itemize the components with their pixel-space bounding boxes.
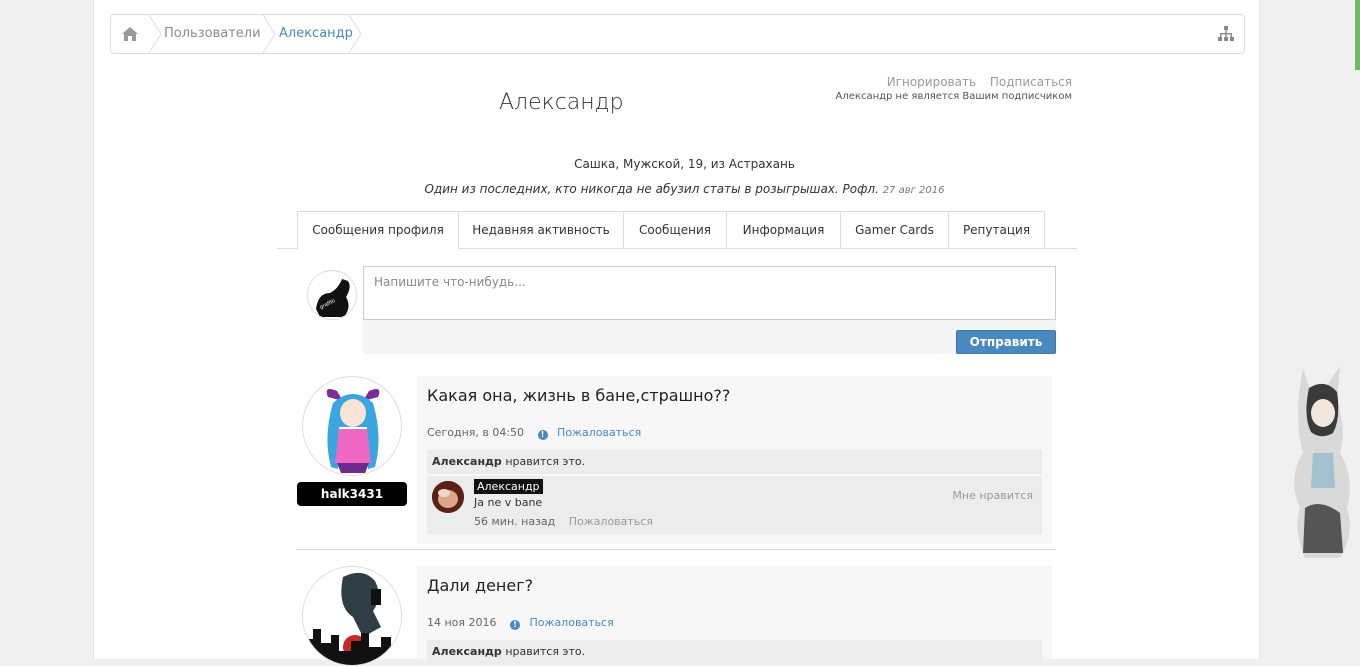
breadcrumb-separator [263,15,276,53]
sitemap-icon[interactable] [1218,26,1234,42]
breadcrumb-current-user[interactable]: Александр [279,15,353,53]
follow-link[interactable]: Подписаться [990,75,1072,89]
comment-report-link[interactable]: Пожаловаться [569,515,653,528]
comment-author-avatar[interactable] [432,481,464,513]
comment-time[interactable]: 56 мин. назад [474,515,555,528]
profile-actions: Игнорировать Подписаться Александр не яв… [836,75,1072,102]
post-author-name[interactable]: halk3431 [297,482,407,506]
comment-text: Ja ne v bane [474,496,543,509]
profile-post: Какая она, жизнь в бане,страшно?? Сегодн… [417,376,1052,544]
tab-messages[interactable]: Сообщения [623,211,727,249]
info-icon: ! [510,620,521,630]
profile-tabs: Сообщения профиля Недавняя активность Со… [277,211,1077,250]
comment: Александр Ja ne v bane 56 мин. назад Пож… [427,476,1042,534]
report-link[interactable]: Пожаловаться [530,616,614,629]
home-icon [122,27,138,41]
breadcrumb-users[interactable]: Пользователи [164,15,261,53]
info-icon: ! [537,430,548,440]
post-title: Дали денег? [427,576,534,595]
profile-post: Дали денег? 14 ноя 2016 ! Пожаловаться А… [417,566,1052,664]
breadcrumb-separator [349,15,362,53]
tab-gamer-cards[interactable]: Gamer Cards [840,211,949,249]
likes-user[interactable]: Александр [432,645,502,658]
likes-user[interactable]: Александр [432,455,502,468]
follow-note: Александр не является Вашим подписчиком [835,91,1072,102]
post-meta: 14 ноя 2016 ! Пожаловаться [427,616,614,630]
tab-profile-posts[interactable]: Сообщения профиля [297,211,459,250]
profile-status: Один из последних, кто никогда не абузил… [277,182,1092,196]
post-meta: Сегодня, в 04:50 ! Пожаловаться [427,426,641,440]
tab-recent-activity[interactable]: Недавняя активность [458,211,624,249]
likes-suffix: нравится это. [505,455,586,468]
mascot-image [1294,366,1350,558]
profile-username: Александр [499,90,624,115]
post-author-avatar[interactable] [302,376,402,476]
post-date[interactable]: 14 ноя 2016 [427,616,497,629]
post-author-avatar[interactable] [302,566,402,666]
comment-meta: 56 мин. назад Пожаловаться [474,515,653,528]
comment-author[interactable]: Александр [474,479,543,494]
current-user-avatar[interactable]: graffiti [307,270,357,320]
likes-summary: Александр нравится это. [427,640,1042,664]
breadcrumb: Пользователи Александр [110,14,1245,54]
post-date[interactable]: Сегодня, в 04:50 [427,426,524,439]
breadcrumb-home[interactable] [111,15,149,53]
status-text: Один из последних, кто никогда не абузил… [424,182,879,196]
likes-summary: Александр нравится это. [427,450,1042,474]
post-title: Какая она, жизнь в бане,страшно?? [427,386,731,405]
likes-suffix: нравится это. [505,645,586,658]
scroll-accent [1355,0,1360,70]
comment-like-button[interactable]: Мне нравится [952,489,1033,502]
profile-info: Сашка, Мужской, 19, из Астрахань [574,157,795,171]
ignore-link[interactable]: Игнорировать [887,75,976,89]
send-button[interactable]: Отправить [956,330,1056,354]
tab-information[interactable]: Информация [726,211,841,249]
status-input[interactable] [363,266,1056,320]
breadcrumb-separator [149,15,162,53]
tab-reputation[interactable]: Репутация [948,211,1045,249]
composer: Отправить [363,266,1056,354]
status-date: 27 авг 2016 [882,185,945,196]
post-divider [296,549,1056,550]
report-link[interactable]: Пожаловаться [557,426,641,439]
